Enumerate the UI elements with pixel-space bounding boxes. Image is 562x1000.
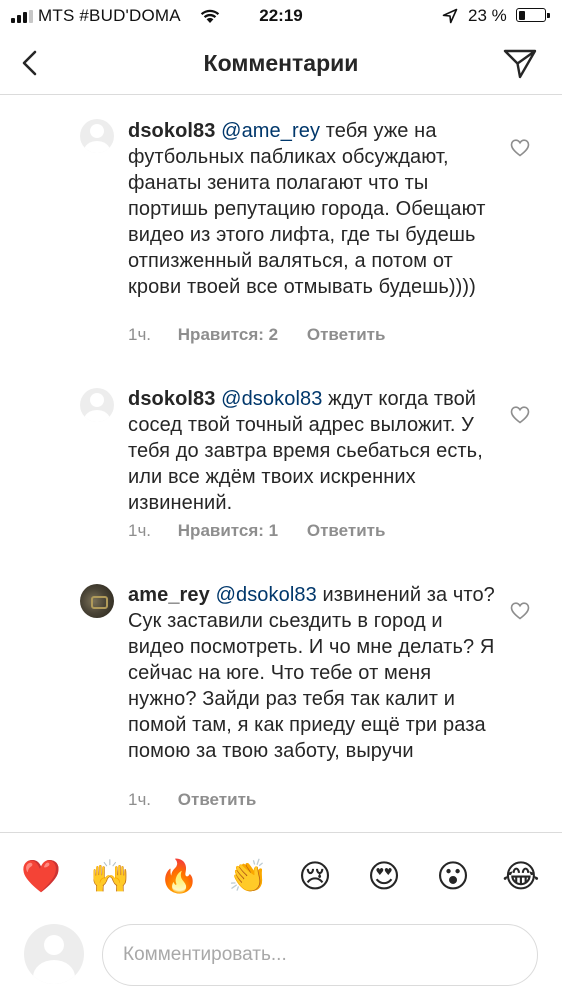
emoji-bar: ❤️ 🙌 🔥 👏 😢 😍 😮 😂: [0, 832, 562, 925]
comment-time: 1ч.: [128, 521, 152, 540]
emoji-laughing-tears[interactable]: 😂: [502, 857, 540, 895]
comment-message: извинений за что? Сук заставили сьездить…: [128, 584, 495, 762]
emoji-fire[interactable]: 🔥: [159, 857, 199, 895]
reply-button[interactable]: Ответить: [307, 521, 386, 540]
current-user-avatar: [24, 924, 84, 984]
comment-meta: 1ч. Нравится: 2 Ответить: [128, 325, 409, 345]
comment-mention[interactable]: @dsokol83: [216, 584, 317, 606]
battery-percentage: 23 %: [468, 6, 507, 25]
emoji-clapping-hands[interactable]: 👏: [228, 857, 268, 895]
like-heart-icon[interactable]: [510, 138, 530, 158]
avatar[interactable]: [80, 119, 114, 153]
comment-username[interactable]: dsokol83: [128, 388, 216, 410]
avatar[interactable]: [80, 388, 114, 422]
like-heart-icon[interactable]: [510, 601, 530, 621]
status-bar: MTS #BUD'DOMA 22:19 23 %: [0, 0, 562, 34]
comment-input[interactable]: [102, 924, 538, 986]
direct-message-icon[interactable]: [502, 46, 538, 80]
page-title: Комментарии: [203, 50, 359, 76]
comment-meta: 1ч. Ответить: [128, 790, 280, 810]
comment-message: тебя уже на футбольных пабликах обсуждаю…: [128, 120, 486, 298]
emoji-heart[interactable]: ❤️: [21, 857, 61, 895]
comment-mention[interactable]: @dsokol83: [221, 388, 322, 410]
comment-username[interactable]: dsokol83: [128, 120, 216, 142]
emoji-raised-hands[interactable]: 🙌: [90, 857, 130, 895]
comment-text: dsokol83 @ame_rey тебя уже на футбольных…: [128, 118, 503, 300]
emoji-surprised-face[interactable]: 😮: [434, 857, 472, 895]
comment-likes[interactable]: Нравится: 2: [178, 325, 278, 344]
reply-button[interactable]: Ответить: [178, 790, 257, 809]
emoji-heart-eyes[interactable]: 😍: [365, 857, 403, 895]
avatar[interactable]: [80, 584, 114, 618]
nav-bar: Комментарии: [0, 34, 562, 95]
comment-time: 1ч.: [128, 325, 152, 344]
comment-text: dsokol83 @dsokol83 ждут когда твой сосед…: [128, 386, 503, 516]
comment-likes[interactable]: Нравится: 1: [178, 521, 278, 540]
emoji-crying-face[interactable]: 😢: [296, 857, 334, 895]
comment-text: ame_rey @dsokol83 извинений за что? Сук …: [128, 582, 503, 764]
comment-username[interactable]: ame_rey: [128, 584, 210, 606]
comment-meta: 1ч. Нравится: 1 Ответить: [128, 521, 409, 541]
reply-button[interactable]: Ответить: [307, 325, 386, 344]
comment-mention[interactable]: @ame_rey: [221, 120, 320, 142]
like-heart-icon[interactable]: [510, 405, 530, 425]
location-arrow-icon: [442, 8, 458, 24]
battery-icon: [516, 8, 550, 22]
comment-time: 1ч.: [128, 790, 152, 809]
